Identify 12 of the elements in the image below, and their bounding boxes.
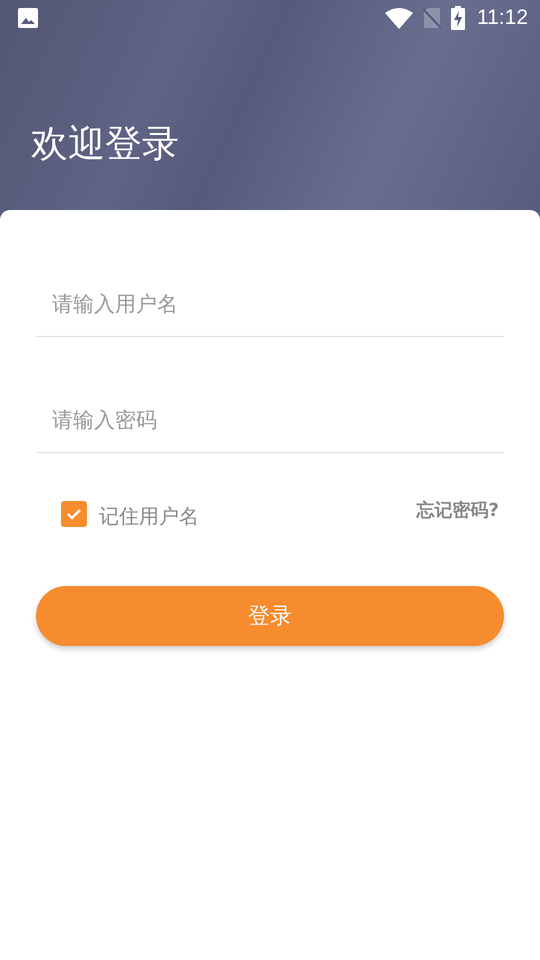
welcome-title: 欢迎登录 [30, 121, 180, 165]
forgot-password-link[interactable]: 忘记密码? [416, 498, 499, 522]
remember-label: 记住用户名 [99, 503, 199, 530]
battery-charging-icon [451, 6, 465, 30]
status-time: 11:12 [477, 6, 528, 30]
wifi-icon [385, 7, 413, 29]
remember-checkbox[interactable] [61, 500, 87, 526]
no-sim-icon [423, 7, 441, 29]
image-icon [17, 7, 39, 29]
password-field[interactable]: 请输入密码 [36, 388, 504, 453]
username-field[interactable]: 请输入用户名 [36, 272, 504, 337]
login-button[interactable]: 登录 [36, 586, 504, 646]
